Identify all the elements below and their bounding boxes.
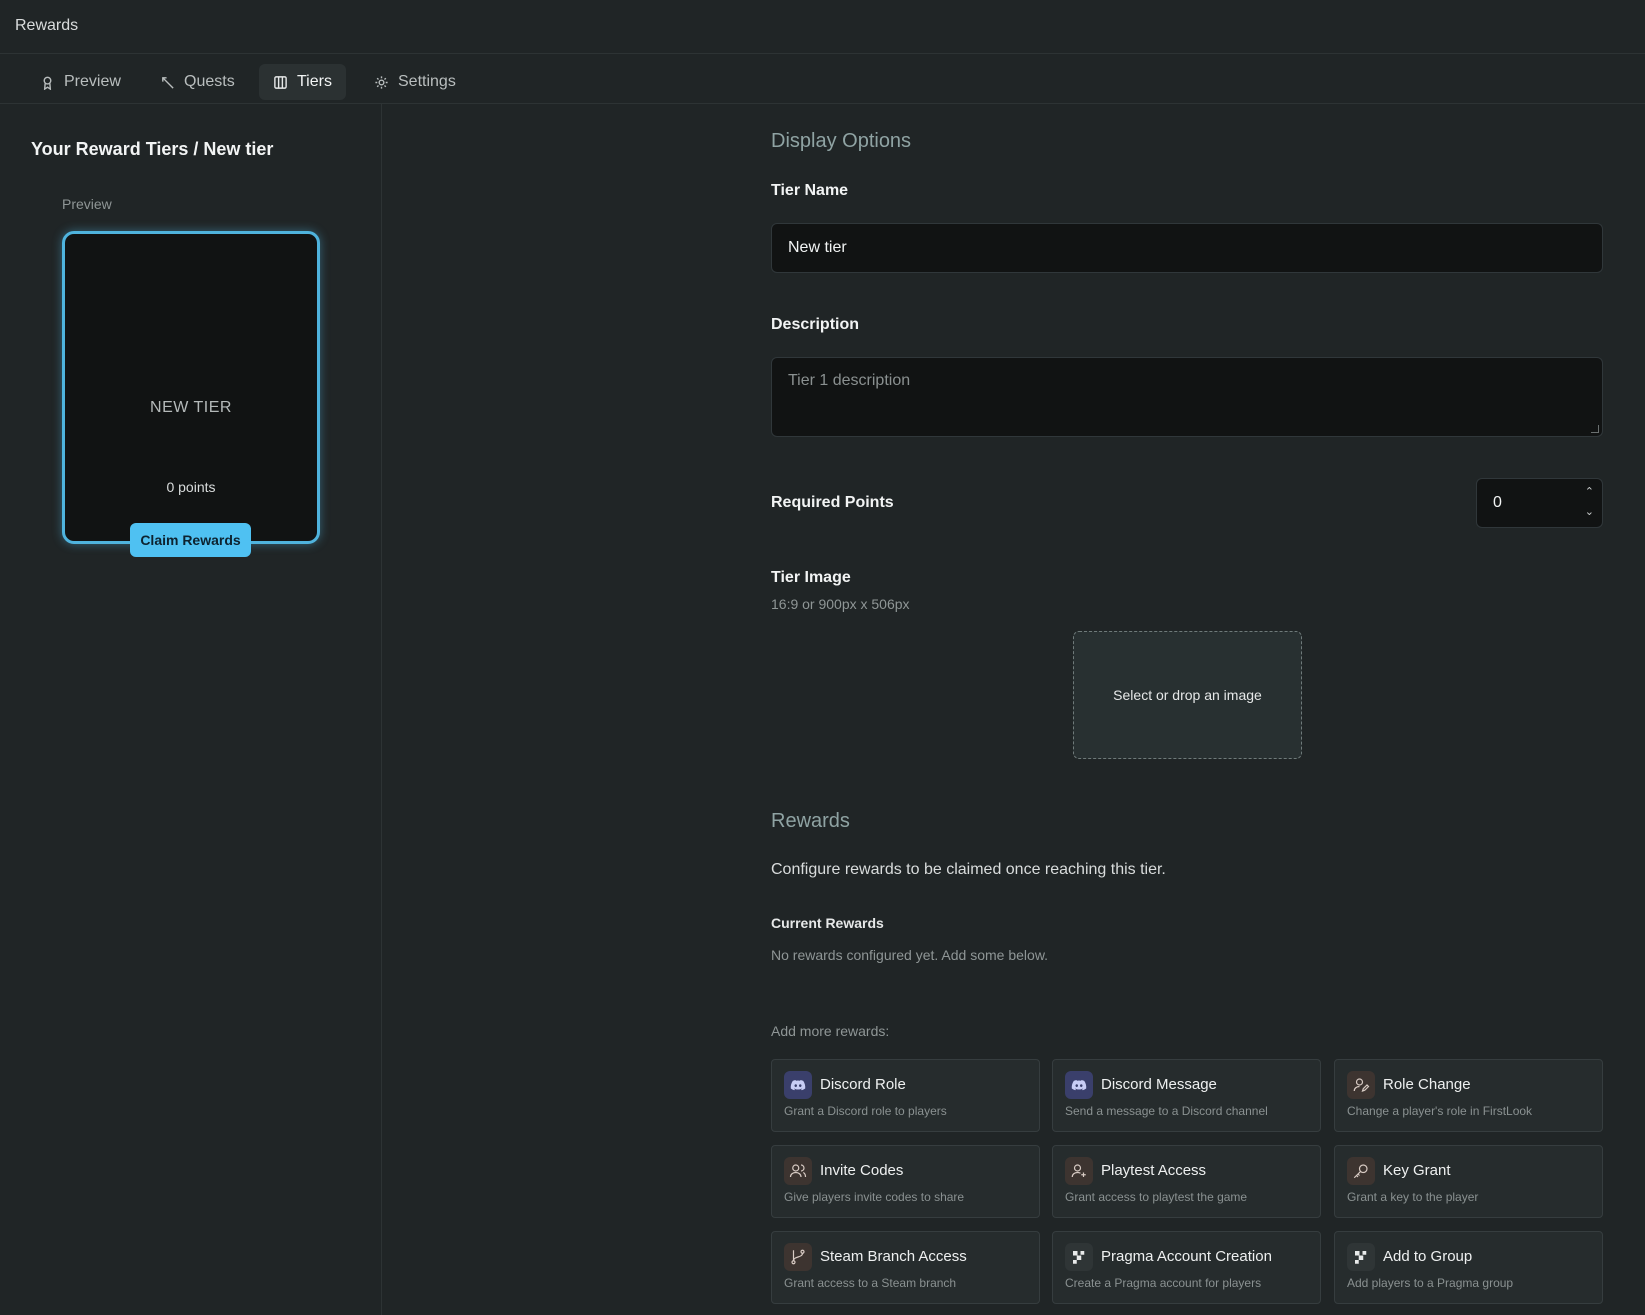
tab-label: Preview bbox=[64, 73, 121, 90]
tier-card-points: 0 points bbox=[166, 479, 216, 495]
reward-option-title: Discord Message bbox=[1101, 1076, 1217, 1093]
rewards-title: Rewards bbox=[771, 810, 850, 832]
reward-option-title: Steam Branch Access bbox=[820, 1248, 967, 1265]
reward-option-title: Discord Role bbox=[820, 1076, 906, 1093]
reward-option-title: Add to Group bbox=[1383, 1248, 1473, 1265]
claim-rewards-button[interactable]: Claim Rewards bbox=[130, 523, 251, 557]
tab-label: Tiers bbox=[297, 73, 332, 90]
decrement-icon[interactable]: ⌄ bbox=[1585, 507, 1594, 518]
reward-option-desc: Grant access to playtest the game bbox=[1065, 1190, 1248, 1204]
tier-image-label: Tier Image bbox=[771, 569, 851, 586]
reward-option-desc: Give players invite codes to share bbox=[784, 1190, 965, 1204]
discord-icon bbox=[1065, 1071, 1093, 1099]
required-points-label: Required Points bbox=[771, 494, 894, 511]
gear-icon bbox=[375, 75, 388, 89]
reward-option-desc: Grant a key to the player bbox=[1347, 1190, 1479, 1204]
resize-handle[interactable] bbox=[1591, 425, 1599, 433]
tier-sidebar: Your Reward Tiers / New tier Preview NEW… bbox=[0, 104, 382, 1315]
description-placeholder: Tier 1 description bbox=[788, 372, 911, 389]
reward-option-title: Role Change bbox=[1383, 1076, 1471, 1093]
description-label: Description bbox=[771, 316, 860, 333]
image-dropzone[interactable]: Select or drop an image bbox=[1073, 631, 1302, 759]
preview-label: Preview bbox=[62, 196, 112, 212]
tab-settings[interactable]: Settings bbox=[360, 64, 470, 100]
award-icon bbox=[43, 76, 52, 90]
wand-icon bbox=[162, 76, 174, 89]
add-more-label: Add more rewards: bbox=[771, 1023, 890, 1039]
reward-option-steam-branch-access[interactable]: Steam Branch Access Grant access to a St… bbox=[771, 1231, 1040, 1304]
current-rewards-label: Current Rewards bbox=[771, 915, 884, 931]
tier-image-hint: 16:9 or 900px x 506px bbox=[771, 596, 910, 612]
tier-name-input[interactable]: New tier bbox=[771, 223, 1603, 273]
increment-icon[interactable]: ⌃ bbox=[1585, 487, 1594, 498]
app-title: Rewards bbox=[15, 17, 79, 34]
reward-option-desc: Send a message to a Discord channel bbox=[1065, 1104, 1268, 1118]
dropzone-label: Select or drop an image bbox=[1113, 687, 1262, 703]
tier-card-name: NEW TIER bbox=[150, 399, 232, 416]
columns-icon bbox=[274, 75, 287, 89]
reward-option-discord-message[interactable]: Discord Message Send a message to a Disc… bbox=[1052, 1059, 1321, 1132]
display-options-title: Display Options bbox=[771, 130, 912, 152]
pragma-icon bbox=[1065, 1243, 1093, 1271]
branch-icon bbox=[784, 1243, 812, 1271]
pragma-icon bbox=[1347, 1243, 1375, 1271]
reward-option-title: Pragma Account Creation bbox=[1101, 1248, 1272, 1265]
tier-name-label: Tier Name bbox=[771, 182, 849, 199]
required-points-input[interactable]: 0 ⌃ ⌄ bbox=[1476, 478, 1603, 528]
users-icon bbox=[784, 1157, 812, 1185]
reward-option-desc: Change a player's role in FirstLook bbox=[1347, 1104, 1533, 1118]
reward-option-add-to-group[interactable]: Add to Group Add players to a Pragma gro… bbox=[1334, 1231, 1603, 1304]
reward-option-pragma-account-creation[interactable]: Pragma Account Creation Create a Pragma … bbox=[1052, 1231, 1321, 1304]
app-header: Rewards bbox=[0, 0, 1645, 54]
user-plus-icon bbox=[1065, 1157, 1093, 1185]
tier-preview-card: NEW TIER 0 points bbox=[62, 231, 320, 544]
reward-option-title: Key Grant bbox=[1383, 1162, 1451, 1179]
user-edit-icon bbox=[1347, 1071, 1375, 1099]
description-textarea[interactable]: Tier 1 description bbox=[771, 357, 1603, 437]
reward-option-playtest-access[interactable]: Playtest Access Grant access to playtest… bbox=[1052, 1145, 1321, 1218]
tab-preview[interactable]: Preview bbox=[26, 64, 135, 100]
breadcrumb: Your Reward Tiers / New tier bbox=[31, 139, 274, 159]
reward-option-desc: Grant access to a Steam branch bbox=[784, 1276, 957, 1290]
reward-option-desc: Grant a Discord role to players bbox=[784, 1104, 947, 1118]
reward-option-key-grant[interactable]: Key Grant Grant a key to the player bbox=[1334, 1145, 1603, 1218]
tab-label: Settings bbox=[398, 73, 456, 90]
discord-icon bbox=[784, 1071, 812, 1099]
tab-tiers[interactable]: Tiers bbox=[259, 64, 346, 100]
reward-option-title: Invite Codes bbox=[820, 1162, 904, 1179]
reward-option-invite-codes[interactable]: Invite Codes Give players invite codes t… bbox=[771, 1145, 1040, 1218]
tab-label: Quests bbox=[184, 73, 235, 90]
rewards-intro: Configure rewards to be claimed once rea… bbox=[771, 861, 1166, 878]
rewards-empty-text: No rewards configured yet. Add some belo… bbox=[771, 947, 1049, 963]
key-icon bbox=[1347, 1157, 1375, 1185]
reward-option-title: Playtest Access bbox=[1101, 1162, 1207, 1179]
tier-name-value: New tier bbox=[788, 239, 847, 256]
tab-quests[interactable]: Quests bbox=[146, 64, 249, 100]
reward-option-desc: Create a Pragma account for players bbox=[1065, 1276, 1262, 1290]
tab-bar: Preview Quests Tiers Settings bbox=[0, 54, 1645, 104]
reward-option-discord-role[interactable]: Discord Role Grant a Discord role to pla… bbox=[771, 1059, 1040, 1132]
reward-option-desc: Add players to a Pragma group bbox=[1347, 1276, 1514, 1290]
required-points-value: 0 bbox=[1493, 494, 1502, 511]
reward-option-role-change[interactable]: Role Change Change a player's role in Fi… bbox=[1334, 1059, 1603, 1132]
